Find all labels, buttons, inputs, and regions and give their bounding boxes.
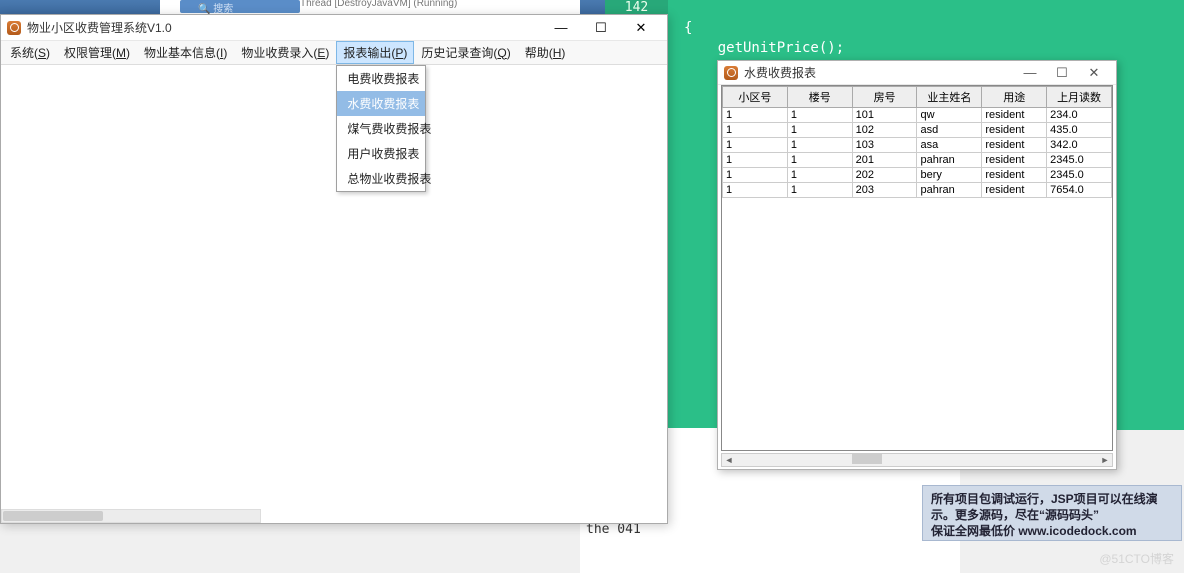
report-hscrollbar[interactable]: ◄ ► [721, 453, 1113, 467]
report-minimize-button[interactable]: — [1014, 62, 1046, 84]
main-client-area [1, 65, 667, 503]
dropdown-item-4[interactable]: 总物业收费报表 [337, 166, 425, 191]
dropdown-item-3[interactable]: 用户收费报表 [337, 141, 425, 166]
menu-p[interactable]: 报表输出(P)电费收费报表水费收费报表煤气费收费报表用户收费报表总物业收费报表 [336, 41, 414, 64]
java-icon [7, 21, 21, 35]
java-icon [724, 66, 738, 80]
menu-h[interactable]: 帮助(H) [518, 41, 573, 64]
table-cell: 2345.0 [1047, 153, 1112, 168]
report-window: 水费收费报表 — ☐ ✕ 小区号楼号房号业主姓名用途上月读数 11101qwre… [717, 60, 1117, 470]
table-row[interactable]: 11103asaresident342.0 [723, 138, 1112, 153]
table-cell: 101 [852, 108, 917, 123]
table-cell: 342.0 [1047, 138, 1112, 153]
table-cell: 1 [723, 108, 788, 123]
table-cell: 7654.0 [1047, 183, 1112, 198]
scroll-right-icon[interactable]: ► [1098, 454, 1112, 466]
watermark: @51CTO博客 [1099, 550, 1174, 567]
main-window: 物业小区收费管理系统V1.0 — ☐ ✕ 系统(S)权限管理(M)物业基本信息(… [0, 14, 668, 524]
table-header[interactable]: 房号 [852, 87, 917, 108]
table-cell: 1 [723, 183, 788, 198]
menu-m[interactable]: 权限管理(M) [57, 41, 137, 64]
report-titlebar[interactable]: 水费收费报表 — ☐ ✕ [718, 61, 1116, 85]
report-maximize-button[interactable]: ☐ [1046, 62, 1078, 84]
table-header[interactable]: 楼号 [787, 87, 852, 108]
menu-q[interactable]: 历史记录查询(Q) [414, 41, 517, 64]
table-cell: 203 [852, 183, 917, 198]
table-cell: asd [917, 123, 982, 138]
table-header[interactable]: 上月读数 [1047, 87, 1112, 108]
table-cell: 1 [787, 153, 852, 168]
table-row[interactable]: 11102asdresident435.0 [723, 123, 1112, 138]
menu-e[interactable]: 物业收费录入(E) [234, 41, 336, 64]
promo-box: 所有项目包调试运行，JSP项目可以在线演 示。更多源码，尽在“源码码头” 保证全… [922, 485, 1182, 541]
table-cell: 1 [723, 168, 788, 183]
dropdown-item-1[interactable]: 水费收费报表 [337, 91, 425, 116]
report-table[interactable]: 小区号楼号房号业主姓名用途上月读数 11101qwresident234.011… [722, 86, 1112, 198]
report-dropdown: 电费收费报表水费收费报表煤气费收费报表用户收费报表总物业收费报表 [336, 65, 426, 192]
main-hscrollbar[interactable] [1, 509, 261, 523]
table-header[interactable]: 小区号 [723, 87, 788, 108]
report-close-button[interactable]: ✕ [1078, 62, 1110, 84]
scroll-thumb[interactable] [852, 454, 882, 464]
table-row[interactable]: 11202beryresident2345.0 [723, 168, 1112, 183]
table-cell: bery [917, 168, 982, 183]
table-cell: pahran [917, 153, 982, 168]
menubar: 系统(S)权限管理(M)物业基本信息(I)物业收费录入(E)报表输出(P)电费收… [1, 41, 667, 65]
dropdown-item-2[interactable]: 煤气费收费报表 [337, 116, 425, 141]
table-cell: resident [982, 168, 1047, 183]
table-cell: 103 [852, 138, 917, 153]
promo-line1: 所有项目包调试运行，JSP项目可以在线演 [931, 491, 1173, 507]
main-titlebar[interactable]: 物业小区收费管理系统V1.0 — ☐ ✕ [1, 15, 667, 41]
table-cell: 234.0 [1047, 108, 1112, 123]
table-cell: 1 [787, 108, 852, 123]
table-cell: 1 [723, 138, 788, 153]
table-cell: asa [917, 138, 982, 153]
table-cell: resident [982, 138, 1047, 153]
table-cell: 435.0 [1047, 123, 1112, 138]
dropdown-item-0[interactable]: 电费收费报表 [337, 66, 425, 91]
table-cell: 102 [852, 123, 917, 138]
scroll-thumb[interactable] [3, 511, 103, 521]
maximize-button[interactable]: ☐ [581, 16, 621, 40]
ide-search-box[interactable]: 🔍 搜索 [180, 0, 300, 13]
report-window-title: 水费收费报表 [744, 64, 1014, 81]
table-cell: 1 [787, 138, 852, 153]
table-cell: resident [982, 153, 1047, 168]
close-button[interactable]: ✕ [621, 16, 661, 40]
table-cell: 1 [723, 153, 788, 168]
menu-s[interactable]: 系统(S) [3, 41, 57, 64]
table-row[interactable]: 11203pahranresident7654.0 [723, 183, 1112, 198]
table-cell: 1 [787, 168, 852, 183]
table-cell: 1 [723, 123, 788, 138]
table-row[interactable]: 11101qwresident234.0 [723, 108, 1112, 123]
table-cell: resident [982, 123, 1047, 138]
table-header[interactable]: 用途 [982, 87, 1047, 108]
table-cell: 2345.0 [1047, 168, 1112, 183]
report-body: 小区号楼号房号业主姓名用途上月读数 11101qwresident234.011… [721, 85, 1113, 451]
main-window-title: 物业小区收费管理系统V1.0 [27, 19, 541, 36]
table-cell: qw [917, 108, 982, 123]
table-row[interactable]: 11201pahranresident2345.0 [723, 153, 1112, 168]
table-cell: 1 [787, 123, 852, 138]
scroll-left-icon[interactable]: ◄ [722, 454, 736, 466]
promo-line2: 示。更多源码，尽在“源码码头” [931, 507, 1173, 523]
console-line: the 041 [586, 522, 954, 538]
minimize-button[interactable]: — [541, 16, 581, 40]
table-cell: 201 [852, 153, 917, 168]
table-cell: resident [982, 183, 1047, 198]
table-header[interactable]: 业主姓名 [917, 87, 982, 108]
menu-i[interactable]: 物业基本信息(I) [137, 41, 234, 64]
promo-line3: 保证全网最低价 www.icodedock.com [931, 523, 1173, 539]
table-cell: 1 [787, 183, 852, 198]
table-cell: 202 [852, 168, 917, 183]
table-cell: pahran [917, 183, 982, 198]
table-cell: resident [982, 108, 1047, 123]
